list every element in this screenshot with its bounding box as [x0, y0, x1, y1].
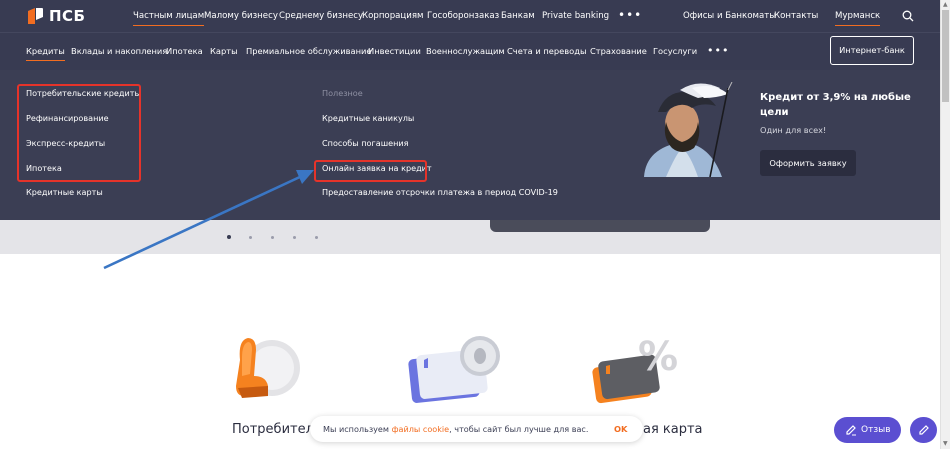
- cookie-ok-button[interactable]: OK: [614, 416, 627, 442]
- review-button[interactable]: Отзыв: [834, 417, 901, 443]
- submenu-repayment-methods[interactable]: Способы погашения: [322, 138, 409, 148]
- apply-button[interactable]: Оформить заявку: [760, 150, 856, 176]
- promo-character-illustration: [636, 82, 742, 177]
- city-selector[interactable]: Мурманск: [835, 0, 881, 32]
- submenu-online-application[interactable]: Онлайн заявка на кредит: [322, 163, 432, 173]
- useful-heading: Полезное: [322, 88, 363, 98]
- brand-name: ПСБ: [49, 7, 86, 25]
- topnav-contacts[interactable]: Контакты: [774, 0, 818, 32]
- submenu-refinancing[interactable]: Рефинансирование: [26, 113, 109, 123]
- topnav-more-icon[interactable]: •••: [618, 0, 642, 30]
- page-scrollbar[interactable]: ▲ ▼: [940, 0, 950, 449]
- review-button-label: Отзыв: [861, 425, 891, 435]
- topnav-corporations[interactable]: Корпорациям: [362, 0, 424, 32]
- edit-button[interactable]: [910, 417, 937, 443]
- topnav-defense-order[interactable]: Гособоронзаказ: [427, 0, 499, 32]
- submenu-express-credits[interactable]: Экспресс-кредиты: [26, 138, 105, 148]
- menu-premium[interactable]: Премиальное обслуживание: [246, 33, 372, 71]
- internet-bank-button[interactable]: Интернет-банк: [830, 36, 914, 65]
- topnav-banks[interactable]: Банкам: [501, 0, 535, 32]
- menu-investments[interactable]: Инвестиции: [368, 33, 421, 71]
- review-pencil-icon: [846, 425, 856, 436]
- slider-dot-1[interactable]: [227, 235, 231, 239]
- slider-dot-4[interactable]: [293, 236, 296, 239]
- top-navigation-bar: ПСБ Частным лицам Малому бизнесу Среднем…: [0, 0, 940, 32]
- credits-dropdown-panel: Потребительские кредиты Рефинансирование…: [0, 70, 940, 220]
- menu-accounts-transfers[interactable]: Счета и переводы: [507, 33, 587, 71]
- promo-title: Кредит от 3,9% на любые цели: [760, 92, 911, 118]
- submenu-credit-holidays[interactable]: Кредитные каникулы: [322, 113, 414, 123]
- submenu-covid-deferral[interactable]: Предоставление отсрочки платежа в период…: [322, 187, 558, 197]
- menu-credits[interactable]: Кредиты: [26, 33, 65, 71]
- submenu-mortgage[interactable]: Ипотека: [26, 163, 62, 173]
- menu-gosuslugi[interactable]: Госуслуги: [653, 33, 697, 71]
- cookie-message: Мы используем файлы cookie, чтобы сайт б…: [323, 416, 588, 442]
- menu-more-icon[interactable]: •••: [707, 33, 729, 71]
- topnav-small-business[interactable]: Малому бизнесу: [204, 0, 278, 32]
- submenu-credit-cards[interactable]: Кредитные карты: [26, 187, 103, 197]
- product-title-consumer: Потребитель: [232, 422, 322, 437]
- search-icon[interactable]: [902, 10, 914, 22]
- edit-icon: [919, 425, 929, 435]
- hero-card-edge: [490, 220, 710, 232]
- scroll-down-icon[interactable]: ▼: [943, 440, 948, 447]
- topnav-offices-atms[interactable]: Офисы и Банкоматы: [683, 0, 776, 32]
- cookie-banner: Мы используем файлы cookie, чтобы сайт б…: [310, 416, 643, 442]
- cookie-text-before: Мы используем: [323, 424, 392, 434]
- product-menu-bar: Кредиты Вклады и накопления Ипотека Карт…: [0, 32, 940, 70]
- topnav-medium-business[interactable]: Среднему бизнесу: [279, 0, 363, 32]
- svg-text:%: %: [638, 334, 678, 380]
- credit-card-percent-icon: %: [592, 334, 678, 404]
- scroll-thumb[interactable]: [942, 10, 949, 102]
- cookie-files-link[interactable]: файлы cookie: [392, 424, 450, 434]
- car-seat-icon: [236, 338, 300, 398]
- topnav-private-banking[interactable]: Private banking: [542, 0, 609, 32]
- hero-carousel-strip: [0, 220, 940, 254]
- scroll-up-icon[interactable]: ▲: [943, 1, 948, 8]
- cookie-text-after: , чтобы сайт был лучше для вас.: [449, 424, 589, 434]
- psb-logo[interactable]: ПСБ: [26, 6, 86, 26]
- menu-insurance[interactable]: Страхование: [590, 33, 647, 71]
- debit-card-coin-icon: [408, 336, 500, 403]
- promo-subtitle: Один для всех!: [760, 125, 827, 135]
- menu-deposits[interactable]: Вклады и накопления: [71, 33, 167, 71]
- slider-dot-2[interactable]: [249, 236, 252, 239]
- product-title-card: ая карта: [643, 422, 703, 437]
- menu-mortgage[interactable]: Ипотека: [166, 33, 203, 71]
- slider-dot-5[interactable]: [315, 236, 318, 239]
- menu-military[interactable]: Военнослужащим: [426, 33, 505, 71]
- topnav-private-clients[interactable]: Частным лицам: [133, 0, 205, 32]
- psb-logo-icon: [28, 8, 43, 24]
- menu-cards[interactable]: Карты: [210, 33, 238, 71]
- slider-dot-3[interactable]: [271, 236, 274, 239]
- submenu-consumer-credits[interactable]: Потребительские кредиты: [26, 88, 141, 98]
